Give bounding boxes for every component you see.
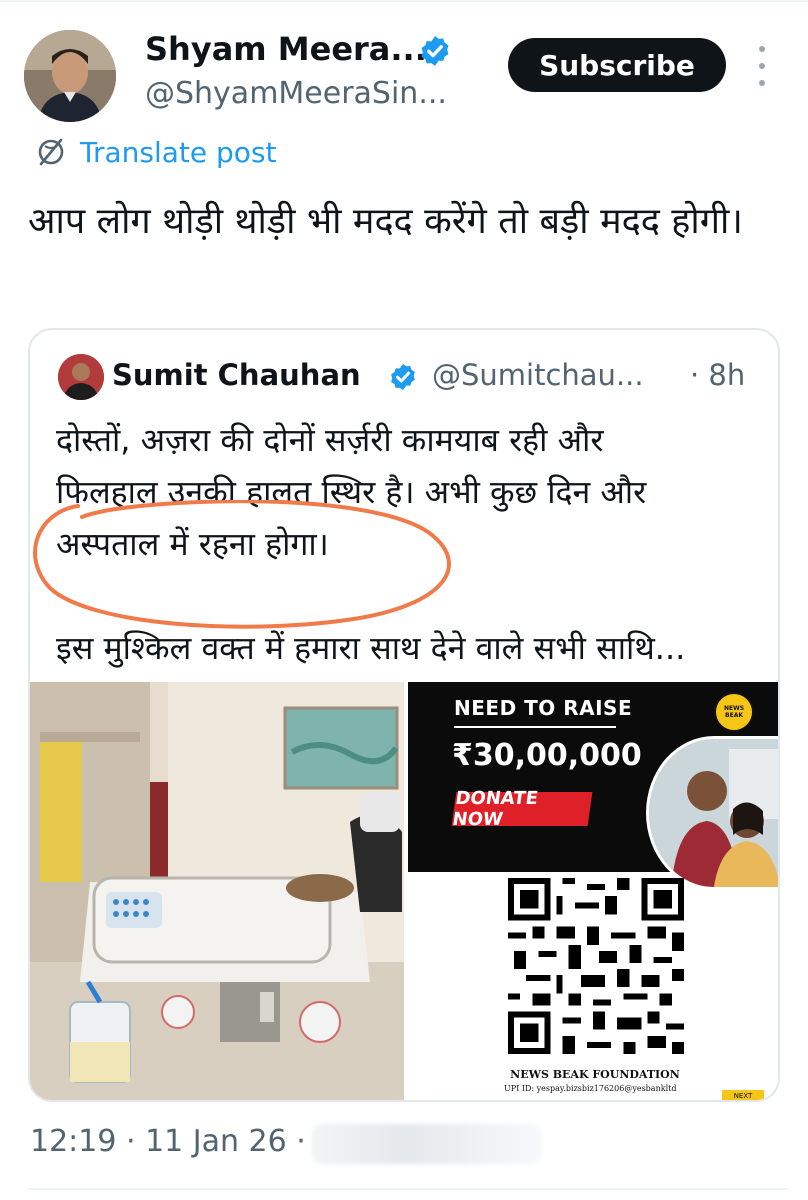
quote-author-avatar <box>58 354 104 400</box>
quote-line: अस्पताल में रहना होगा। <box>56 525 329 563</box>
quote-time: · 8h <box>690 358 746 392</box>
poster-upi-id: UPI ID: yespay.bizsbiz176206@yesbankltd <box>504 1084 677 1093</box>
bottom-divider <box>28 1188 788 1190</box>
more-vertical-icon[interactable] <box>752 46 772 86</box>
poster-amount: ₹30,00,000 <box>452 738 642 773</box>
author-avatar[interactable] <box>24 30 116 122</box>
quote-line: इस मुश्किल वक्त में हमारा साथ देने वाले … <box>56 629 686 667</box>
quote-author-name: Sumit Chauhan <box>112 358 361 392</box>
poster-next-tag: NEXT <box>722 1090 764 1100</box>
author-handle[interactable]: @ShyamMeeraSin... <box>145 76 447 111</box>
redacted-views-count <box>312 1124 542 1164</box>
qr-code[interactable] <box>508 878 684 1054</box>
subscribe-button[interactable]: Subscribe <box>508 38 726 92</box>
poster-heading-underline <box>454 726 616 728</box>
news-beak-logo: NEWS BEAK <box>714 692 754 732</box>
author-name[interactable]: Shyam Meera... <box>145 30 427 68</box>
poster-heading: NEED TO RAISE <box>454 696 633 720</box>
hospital-photo[interactable] <box>30 682 404 1100</box>
globe-icon <box>38 138 64 166</box>
quote-author-handle: @Sumitchau... <box>432 358 644 392</box>
post-timestamp[interactable]: 12:19 · 11 Jan 26 · <box>30 1124 306 1159</box>
donation-poster[interactable]: NEED TO RAISE ₹30,00,000 DONATE NOW NEWS… <box>408 682 778 1100</box>
donate-now-button[interactable]: DONATE NOW <box>451 788 593 830</box>
translate-post-link[interactable]: Translate post <box>34 132 277 172</box>
quote-line: दोस्तों, अज़रा की दोनों सर्ज़री कामयाब र… <box>56 421 604 459</box>
quote-line: फिलहाल उनकी हालत स्थिर है। अभी कुछ दिन औ… <box>56 473 647 511</box>
quoted-post-card[interactable]: Sumit Chauhan @Sumitchau... · 8h दोस्तों… <box>28 328 780 1102</box>
poster-foundation-name: NEWS BEAK FOUNDATION <box>510 1068 680 1081</box>
top-divider <box>0 0 808 2</box>
quote-media[interactable]: NEED TO RAISE ₹30,00,000 DONATE NOW NEWS… <box>30 682 778 1100</box>
verified-badge-icon <box>421 36 449 66</box>
translate-post-label: Translate post <box>80 135 277 169</box>
couple-photo <box>646 736 778 890</box>
quote-text: दोस्तों, अज़रा की दोनों सर्ज़री कामयाब र… <box>56 414 756 674</box>
post-text: आप लोग थोड़ी थोड़ी भी मदद करेंगे तो बड़ी… <box>28 201 743 242</box>
verified-badge-icon <box>391 363 415 391</box>
